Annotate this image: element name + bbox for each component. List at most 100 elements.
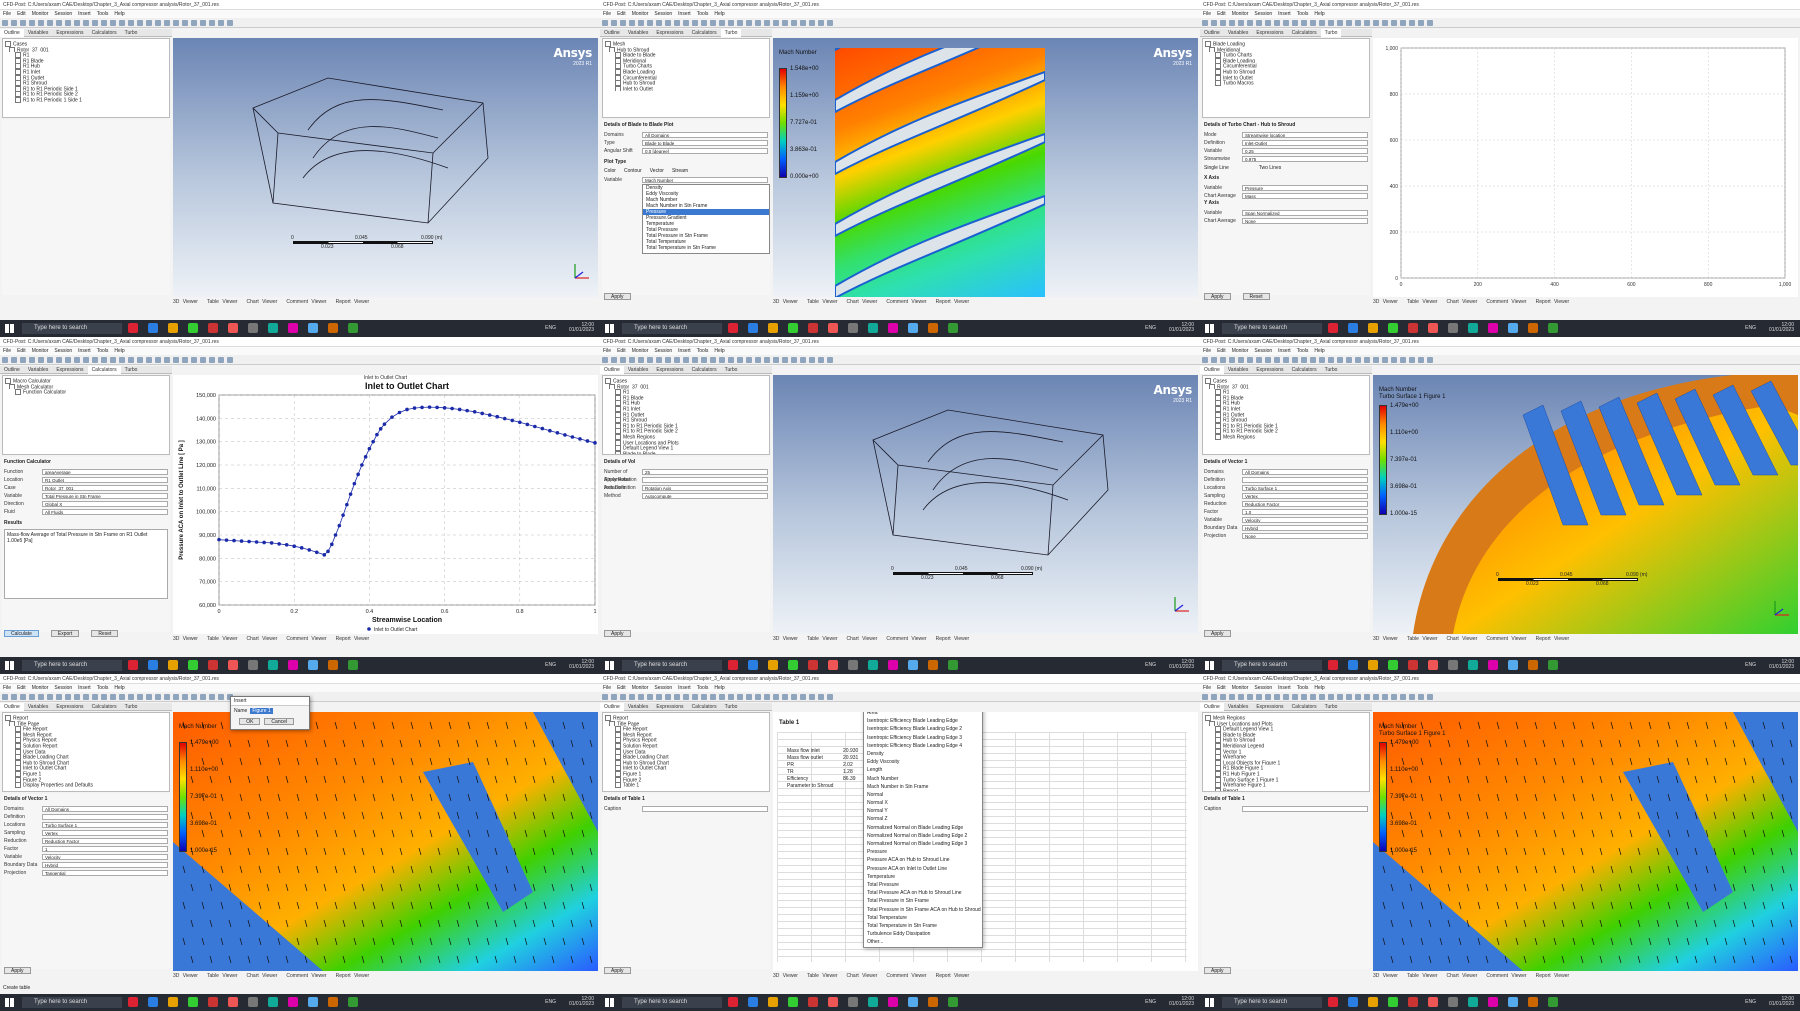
menu-item[interactable]: Insert — [1278, 685, 1291, 691]
menu-item[interactable]: Edit — [617, 685, 626, 691]
apply-button[interactable]: Apply — [604, 293, 631, 300]
toolbar-icon[interactable] — [65, 20, 71, 26]
menu-option[interactable]: Mach Number — [864, 775, 982, 783]
tab-calculators[interactable]: Calculators — [688, 703, 721, 711]
menu-item[interactable]: Edit — [17, 348, 26, 354]
menu-item[interactable]: File — [603, 348, 611, 354]
toolbar-icon[interactable] — [674, 357, 680, 363]
tree-item[interactable]: Display Properties and Defaults — [5, 782, 167, 788]
toolbar-icon[interactable] — [629, 20, 635, 26]
menu-item[interactable]: Monitor — [1232, 685, 1249, 691]
viewport[interactable]: View 1Ansys2023 R100.0450.090 (m)0.0230.… — [173, 38, 598, 297]
toolbar-icon[interactable] — [56, 357, 62, 363]
toolbar-icon[interactable] — [746, 357, 752, 363]
toolbar-icon[interactable] — [1418, 20, 1424, 26]
menu-item[interactable]: Help — [1314, 11, 1324, 17]
menu-item[interactable]: Help — [714, 348, 724, 354]
toolbar-icon[interactable] — [74, 357, 80, 363]
tree-item[interactable]: Turbo Macros — [1205, 80, 1367, 86]
toolbar-icon[interactable] — [818, 20, 824, 26]
windows-start-icon[interactable] — [1205, 661, 1214, 670]
tab-expressions[interactable]: Expressions — [52, 366, 87, 374]
taskbar-app-icon[interactable] — [1508, 323, 1518, 333]
toolbar-icon[interactable] — [1400, 20, 1406, 26]
tab-turbo[interactable]: Turbo — [1320, 29, 1342, 37]
field-value[interactable]: Rotor_37_001 — [42, 485, 168, 491]
taskbar-app-icon[interactable] — [228, 323, 238, 333]
toolbar-icon[interactable] — [602, 20, 608, 26]
toolbar-icon[interactable] — [791, 20, 797, 26]
taskbar-app-icon[interactable] — [788, 997, 798, 1007]
tab-variables[interactable]: Variables — [624, 703, 652, 711]
tree-item[interactable]: Table 1 — [605, 782, 767, 788]
mode-radio[interactable]: Single Line — [1204, 165, 1229, 173]
menu-item[interactable]: Tools — [697, 11, 709, 17]
ok-button[interactable]: OK — [239, 718, 261, 725]
toolbar-icon[interactable] — [47, 20, 53, 26]
taskbar-app-icon[interactable] — [888, 660, 898, 670]
toolbar-icon[interactable] — [665, 694, 671, 700]
menu-option[interactable]: Isentropic Efficiency Blade Leading Edge — [864, 717, 982, 725]
toolbar-icon[interactable] — [809, 20, 815, 26]
taskbar-app-icon[interactable] — [268, 660, 278, 670]
tab-expressions[interactable]: Expressions — [1252, 366, 1287, 374]
caption-input[interactable] — [1242, 806, 1368, 812]
viewer-tab[interactable]: Report Viewer — [936, 299, 970, 305]
viewer-tab[interactable]: Chart Viewer — [1447, 299, 1478, 305]
viewer-tab[interactable]: Table Viewer — [1407, 299, 1438, 305]
taskbar-app-icon[interactable] — [1348, 997, 1358, 1007]
taskbar-app-icon[interactable] — [728, 323, 738, 333]
taskbar-app-icon[interactable] — [848, 997, 858, 1007]
tab-turbo[interactable]: Turbo — [1321, 366, 1342, 374]
taskbar-app-icon[interactable] — [888, 997, 898, 1007]
taskbar-app-icon[interactable] — [1328, 660, 1338, 670]
field-value[interactable]: Hybrid — [1242, 525, 1368, 531]
toolbar-icon[interactable] — [629, 357, 635, 363]
taskbar-app-icon[interactable] — [928, 323, 938, 333]
toolbar-icon[interactable] — [20, 357, 26, 363]
dialog-name-input[interactable]: Figure 1 — [250, 708, 273, 714]
toolbar-icon[interactable] — [827, 20, 833, 26]
field-value[interactable]: Vertex — [42, 830, 168, 836]
taskbar-app-icon[interactable] — [748, 323, 758, 333]
taskbar-app-icon[interactable] — [948, 323, 958, 333]
reset-button[interactable]: Reset — [1242, 293, 1270, 300]
menu-item[interactable]: Monitor — [32, 348, 49, 354]
toolbar-icon[interactable] — [1301, 357, 1307, 363]
toolbar-icon[interactable] — [146, 694, 152, 700]
apply-button[interactable]: Apply — [1204, 293, 1231, 300]
menu-item[interactable]: Monitor — [632, 348, 649, 354]
menu-item[interactable]: Session — [654, 348, 672, 354]
taskbar-app-icon[interactable] — [1388, 997, 1398, 1007]
viewer-tab[interactable]: Table Viewer — [807, 636, 838, 642]
toolbar-icon[interactable] — [683, 694, 689, 700]
tree-item[interactable]: Function Calculator — [5, 389, 167, 395]
viewer-tab[interactable]: Report Viewer — [936, 636, 970, 642]
plot-type-radio[interactable]: Vector — [650, 168, 664, 176]
toolbar-icon[interactable] — [74, 20, 80, 26]
toolbar-icon[interactable] — [1382, 357, 1388, 363]
viewer-tab[interactable]: Report Viewer — [336, 299, 370, 305]
tab-outline[interactable]: Outline — [0, 366, 24, 374]
toolbar-icon[interactable] — [182, 694, 188, 700]
viewer-tab[interactable]: Comment Viewer — [1486, 636, 1526, 642]
toolbar-icon[interactable] — [746, 694, 752, 700]
toolbar-icon[interactable] — [1220, 357, 1226, 363]
menu-option[interactable]: Normal Y — [864, 807, 982, 815]
viewer-tab[interactable]: Comment Viewer — [1486, 299, 1526, 305]
taskbar-app-icon[interactable] — [728, 997, 738, 1007]
taskbar-app-icon[interactable] — [1468, 660, 1478, 670]
toolbar-icon[interactable] — [1319, 357, 1325, 363]
toolbar-icon[interactable] — [737, 20, 743, 26]
outline-tree[interactable]: Report Title Page File Report Mesh Report Ph… — [602, 712, 770, 792]
menu-item[interactable]: Tools — [97, 685, 109, 691]
toolbar-icon[interactable] — [773, 694, 779, 700]
toolbar-icon[interactable] — [1373, 20, 1379, 26]
menu-item[interactable]: Session — [654, 11, 672, 17]
toolbar-icon[interactable] — [92, 357, 98, 363]
toolbar-icon[interactable] — [2, 694, 8, 700]
taskbar-app-icon[interactable] — [168, 660, 178, 670]
field-value[interactable] — [42, 814, 168, 820]
toolbar-icon[interactable] — [1400, 694, 1406, 700]
toolbar-icon[interactable] — [38, 694, 44, 700]
